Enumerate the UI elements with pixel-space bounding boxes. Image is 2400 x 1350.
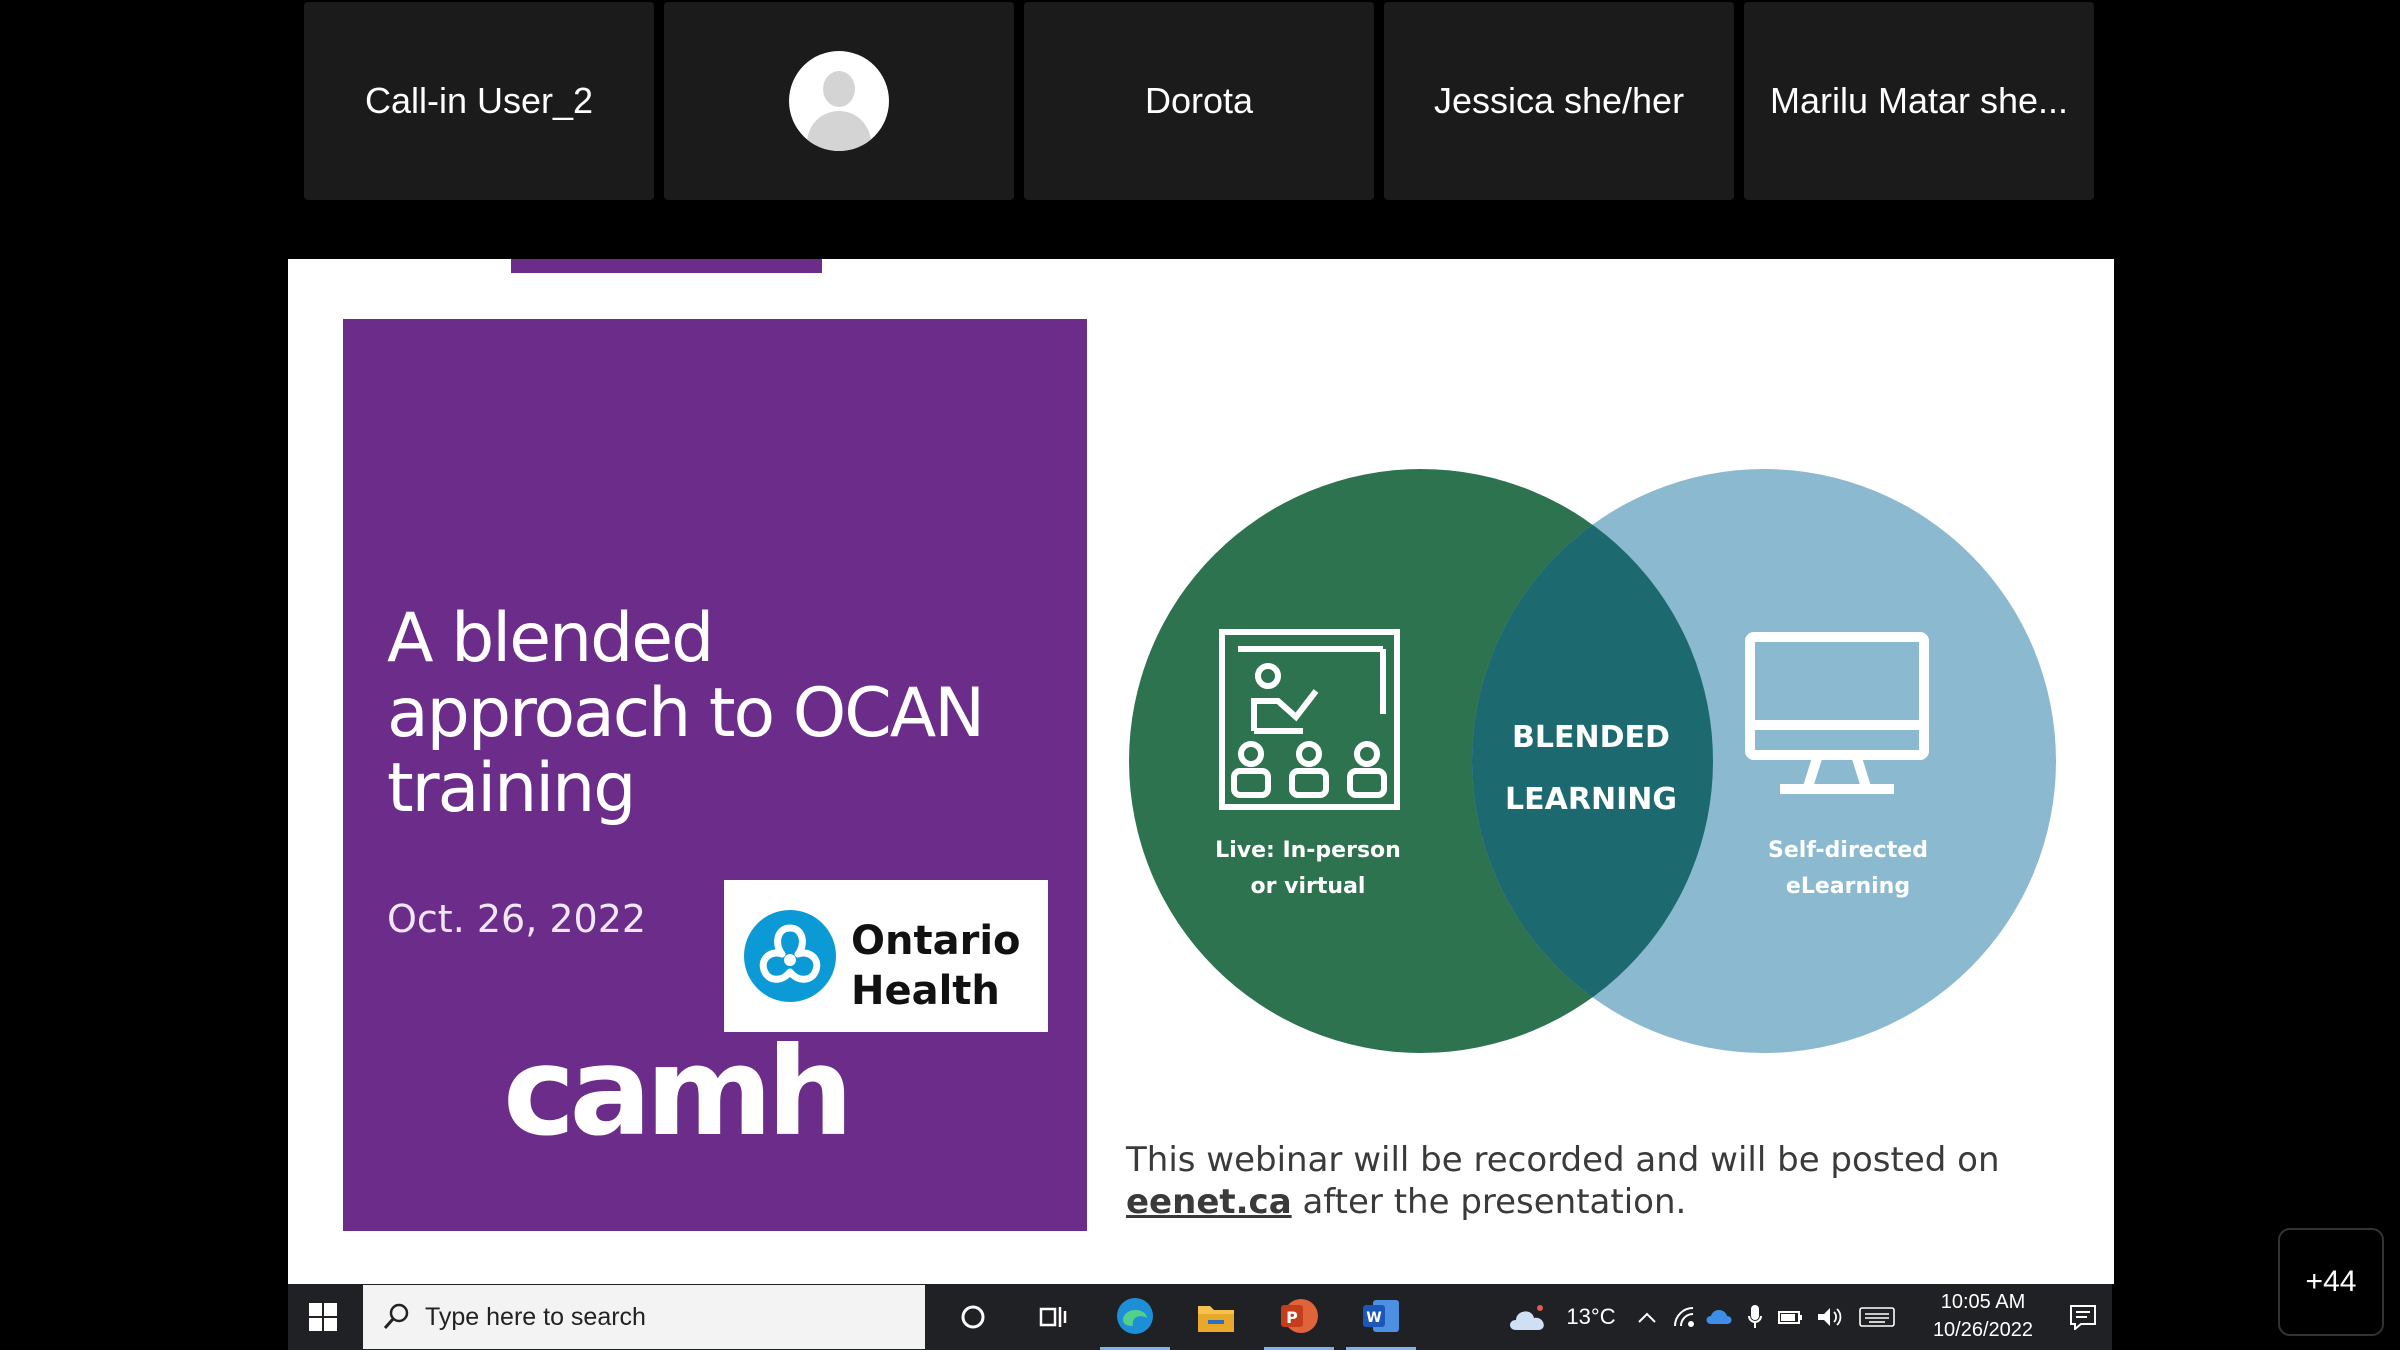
venn-left-label-1: Live: In-person: [1215, 838, 1401, 863]
clock-date: 10/26/2022: [1932, 1319, 2034, 1341]
volume-icon[interactable]: [1812, 1284, 1846, 1350]
wifi-icon[interactable]: [1668, 1284, 1702, 1350]
search-placeholder: Type here to search: [425, 1302, 646, 1331]
taskbar-clock[interactable]: 10:05 AM 10/26/2022: [1908, 1288, 2058, 1344]
svg-text:W: W: [1366, 1310, 1381, 1326]
windows-logo-icon: [309, 1303, 337, 1331]
notice-suffix: after the presentation.: [1302, 1182, 1687, 1222]
ontario-health-line2: Health: [851, 968, 1000, 1014]
powerpoint-icon: P: [1281, 1298, 1318, 1333]
svg-text:P: P: [1286, 1308, 1298, 1327]
onedrive-cloud-icon[interactable]: [1702, 1284, 1736, 1350]
ontario-health-trillium-icon: [744, 910, 836, 1002]
participant-name: Jessica she/her: [1433, 80, 1685, 121]
cloudy-weather-icon: [1510, 1305, 1544, 1330]
word-icon: W: [1363, 1299, 1399, 1332]
participant-tile[interactable]: Jessica she/her: [1384, 2, 1734, 200]
avatar: [789, 51, 889, 151]
ontario-health-line1: Ontario: [851, 918, 1021, 964]
search-icon: [383, 1303, 409, 1329]
more-participants-button[interactable]: +44: [2278, 1228, 2384, 1336]
cortana-circle-icon: [961, 1305, 985, 1329]
participant-tile[interactable]: [664, 2, 1014, 200]
taskbar-word[interactable]: W: [1346, 1284, 1416, 1350]
slide-date: Oct. 26, 2022: [387, 897, 647, 941]
participant-tile[interactable]: Call-in User_2: [304, 2, 654, 200]
folder-icon: [1198, 1306, 1234, 1332]
venn-center-label-2: LEARNING: [1505, 782, 1677, 817]
taskbar-powerpoint[interactable]: P: [1264, 1284, 1334, 1350]
windows-taskbar: Type here to search P W 13°C 10:05 AM 10…: [288, 1284, 2112, 1350]
notifications-button[interactable]: [2058, 1284, 2108, 1350]
battery-plug-icon[interactable]: [1774, 1284, 1808, 1350]
participant-strip: Call-in User_2 Dorota Jessica she/her Ma…: [304, 2, 2096, 200]
venn-left-label-2: or virtual: [1251, 874, 1366, 899]
camh-logo: camh: [503, 1021, 854, 1163]
title-panel: A blended approach to OCAN training Oct.…: [343, 319, 1087, 1231]
edge-browser-icon: [1117, 1297, 1153, 1334]
taskbar-file-explorer[interactable]: [1181, 1284, 1251, 1350]
notification-center-icon: [2070, 1305, 2096, 1330]
eenet-link[interactable]: eenet.ca: [1126, 1182, 1292, 1222]
participant-name: Call-in User_2: [364, 80, 594, 121]
microphone-icon[interactable]: [1740, 1284, 1770, 1350]
start-button[interactable]: [298, 1284, 348, 1350]
venn-right-label-1: Self-directed: [1768, 838, 1928, 863]
weather-widget[interactable]: [1503, 1284, 1553, 1350]
slide-title: A blended approach to OCAN training: [387, 599, 985, 828]
blended-learning-venn: Live: In-person or virtual BLENDED LEARN…: [1129, 469, 2056, 1053]
cortana-button[interactable]: [943, 1284, 1003, 1350]
venn-center-label-1: BLENDED: [1512, 720, 1670, 755]
participant-name: Dorota: [1144, 80, 1254, 121]
task-view-icon: [1039, 1307, 1067, 1327]
show-hidden-icons-chevron-up-icon[interactable]: [1631, 1284, 1663, 1350]
task-view-button[interactable]: [1023, 1284, 1083, 1350]
notice-prefix: This webinar will be recorded and will b…: [1126, 1140, 2000, 1180]
taskbar-search-box[interactable]: Type here to search: [363, 1285, 925, 1349]
participant-tile[interactable]: Marilu Matar she...: [1744, 2, 2094, 200]
keyboard-icon[interactable]: [1854, 1284, 1900, 1350]
ontario-health-logo: Ontario Health: [724, 880, 1048, 1032]
clock-time: 10:05 AM: [1940, 1291, 2026, 1313]
participant-tile[interactable]: Dorota: [1024, 2, 1374, 200]
recording-notice: This webinar will be recorded and will b…: [1126, 1139, 2076, 1223]
weather-temperature[interactable]: 13°C: [1556, 1284, 1626, 1350]
slide-accent-bar: [511, 259, 822, 273]
shared-screen-slide: A blended approach to OCAN training Oct.…: [288, 259, 2114, 1284]
venn-right-label-2: eLearning: [1786, 874, 1910, 899]
taskbar-edge[interactable]: [1100, 1284, 1170, 1350]
participant-name: Marilu Matar she...: [1769, 80, 2069, 121]
